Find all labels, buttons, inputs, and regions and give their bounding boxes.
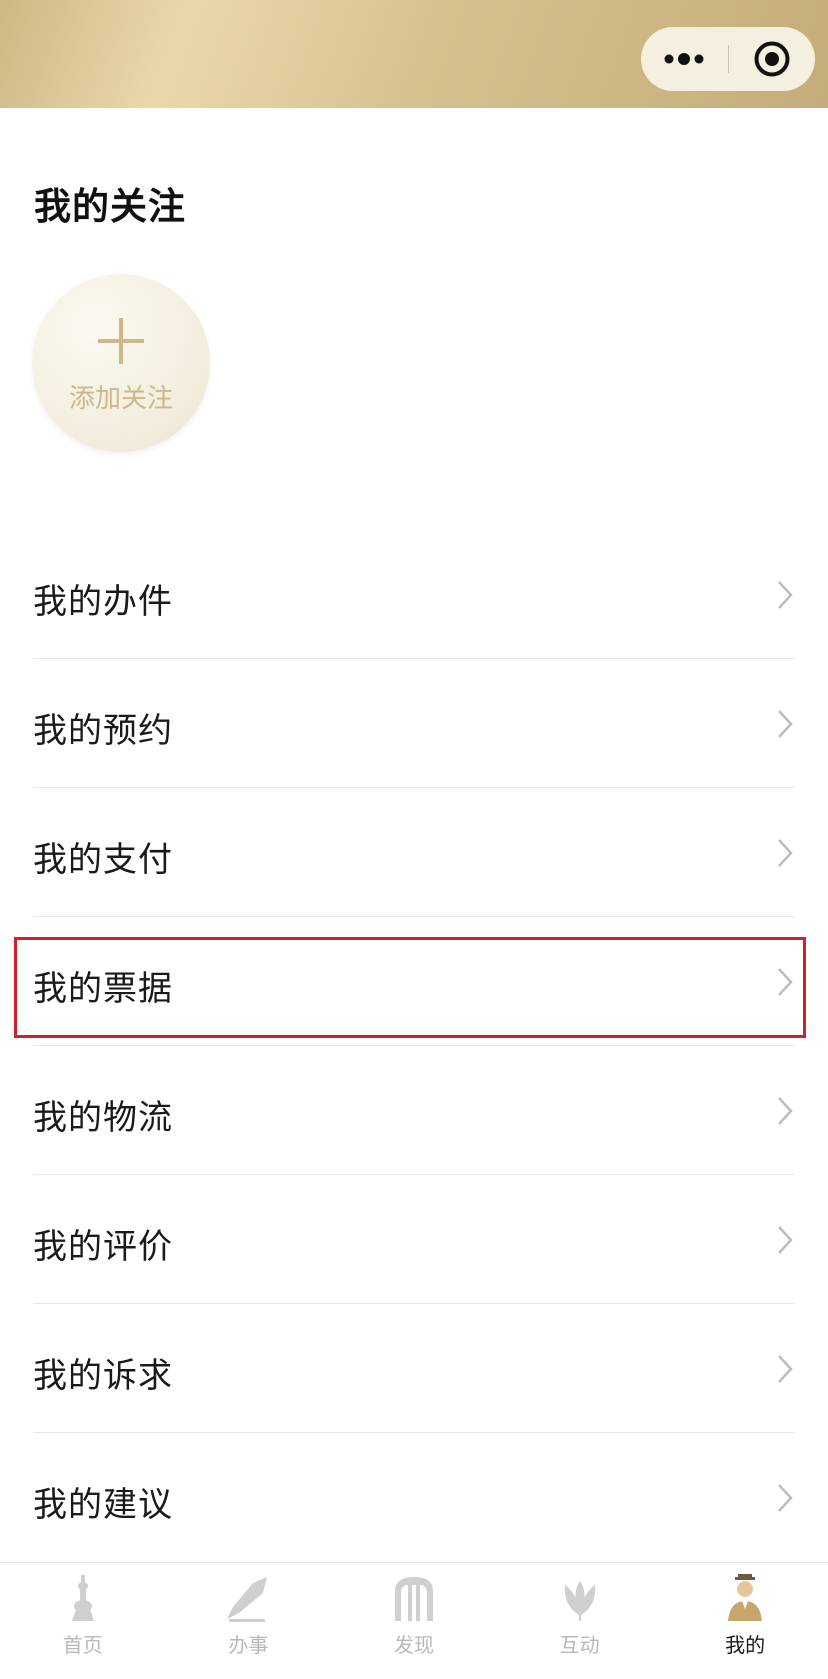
menu-item-suggestions[interactable]: 我的建议	[33, 1433, 795, 1562]
chevron-right-icon	[778, 839, 793, 867]
target-close-icon	[754, 41, 790, 77]
person-icon	[728, 1574, 763, 1621]
menu-item-label: 我的办件	[33, 582, 173, 622]
chevron-right-icon	[778, 968, 793, 996]
menu-item-label: 我的诉求	[33, 1356, 173, 1396]
tab-label: 互动	[559, 1633, 600, 1657]
chevron-right-icon	[778, 1226, 793, 1254]
menu-item-logistics[interactable]: 我的物流	[33, 1046, 795, 1175]
add-follow-label: 添加关注	[68, 384, 173, 414]
tab-discover[interactable]: 发现	[331, 1563, 497, 1679]
chevron-right-icon	[778, 710, 793, 738]
menu-item-applications[interactable]: 我的办件	[33, 530, 795, 659]
tab-label: 我的	[725, 1633, 766, 1657]
tab-label: 发现	[393, 1633, 434, 1657]
section-title-follow: 我的关注	[34, 185, 186, 228]
menu-item-label: 我的物流	[33, 1098, 173, 1138]
menu-item-reviews[interactable]: 我的评价	[33, 1175, 795, 1304]
tab-mine[interactable]: 我的	[662, 1563, 828, 1679]
miniprogram-capsule	[641, 27, 815, 91]
chevron-right-icon	[778, 1355, 793, 1383]
magnolia-icon	[564, 1581, 595, 1621]
tab-services[interactable]: 办事	[166, 1563, 332, 1679]
menu-item-payments[interactable]: 我的支付	[33, 788, 795, 917]
menu-item-label: 我的评价	[33, 1227, 173, 1267]
tab-home[interactable]: 首页	[0, 1563, 166, 1679]
tab-label: 首页	[62, 1633, 103, 1657]
more-button[interactable]	[641, 27, 727, 91]
menu-list: 我的办件 我的预约 我的支付 我的票据 我的物流 我的评价 我的诉求 我的建议	[33, 530, 795, 1562]
menu-item-receipts[interactable]: 我的票据	[33, 917, 795, 1046]
arches-icon	[394, 1577, 433, 1621]
plus-icon	[98, 318, 144, 364]
menu-item-label: 我的预约	[33, 711, 173, 751]
tab-interact[interactable]: 互动	[497, 1563, 663, 1679]
more-dots-icon	[664, 53, 704, 65]
chevron-right-icon	[778, 1484, 793, 1512]
tab-bar: 首页 办事 发现 互动 我的	[0, 1562, 828, 1679]
add-follow-button[interactable]: 添加关注	[32, 274, 210, 452]
chevron-right-icon	[778, 1097, 793, 1125]
menu-item-label: 我的支付	[33, 840, 173, 880]
pen-icon	[227, 1577, 268, 1622]
menu-item-label: 我的建议	[33, 1485, 173, 1525]
tab-label: 办事	[228, 1633, 269, 1657]
close-button[interactable]	[729, 27, 815, 91]
menu-item-appointments[interactable]: 我的预约	[33, 659, 795, 788]
tower-icon	[71, 1575, 94, 1621]
menu-item-label: 我的票据	[33, 969, 173, 1009]
header-bar	[0, 0, 828, 108]
menu-item-requests[interactable]: 我的诉求	[33, 1304, 795, 1433]
chevron-right-icon	[778, 581, 793, 609]
